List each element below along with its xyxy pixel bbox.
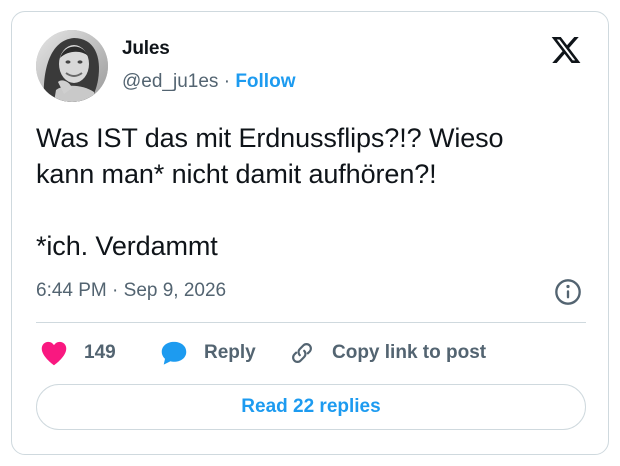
author-handle-row: @ed_ju1es · Follow (122, 71, 295, 93)
tweet-timestamp[interactable]: 6:44 PM · Sep 9, 2026 (36, 280, 226, 302)
copy-link-label: Copy link to post (332, 342, 487, 363)
author-name[interactable]: Jules (122, 38, 170, 60)
tweet-card: Jules @ed_ju1es · Follow Was IST das mit… (11, 11, 609, 455)
follow-link[interactable]: Follow (235, 71, 295, 92)
like-count: 149 (84, 342, 116, 363)
reply-label: Reply (204, 342, 256, 363)
x-logo-icon[interactable] (549, 34, 583, 66)
like-button[interactable]: 149 (40, 338, 116, 368)
heart-icon (41, 341, 67, 366)
avatar[interactable] (36, 30, 108, 102)
reply-button[interactable]: Reply (160, 338, 256, 368)
author-handle[interactable]: @ed_ju1es (122, 71, 218, 92)
separator-dot: · (223, 71, 231, 92)
avatar-photo (36, 30, 108, 102)
copy-link-button[interactable]: Copy link to post (288, 338, 486, 368)
read-replies-button[interactable]: Read 22 replies (36, 384, 586, 430)
link-icon (292, 343, 312, 363)
speech-bubble-icon (161, 341, 187, 365)
divider (36, 322, 586, 323)
tweet-text: Was IST das mit Erdnussflips?!? Wieso ka… (36, 123, 504, 261)
read-replies-label: Read 22 replies (241, 396, 381, 417)
info-icon[interactable] (554, 278, 582, 306)
